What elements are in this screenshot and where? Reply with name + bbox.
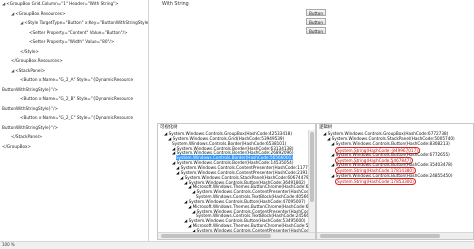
xaml-line: <Setter Property="Width" Value="80"/> <box>29 39 114 44</box>
xaml-line-text: <Button x:Name="G_2_C" Style="{DynamicRe… <box>20 115 134 120</box>
designer-button-1[interactable]: Button <box>306 9 326 16</box>
xaml-line-text: <GroupBox.Resources> <box>15 10 66 16</box>
app-window: ◢<GroupBox Grid.Column="1" Header="With … <box>0 0 474 249</box>
collapse-triangle-icon[interactable]: ◢ <box>2 1 5 6</box>
groupbox-header: With String <box>162 2 189 7</box>
logical-tree-item[interactable]: System.String(HashCode:17853300) <box>335 177 416 185</box>
xaml-line: </Style> <box>20 49 39 54</box>
xaml-line-text: </Style> <box>20 48 39 54</box>
logical-tree-item-label: System.String(HashCode:17853300) <box>337 178 414 184</box>
xaml-line-text: <Button x:Name="G_2_B" Style="{DynamicRe… <box>20 96 134 101</box>
visual-tree-hscroll[interactable] <box>158 232 315 239</box>
xaml-line: </StackPanel> <box>11 134 42 139</box>
xaml-line: <Button x:Name="G_2_A" Style="{DynamicRe… <box>20 77 133 82</box>
designer-button-3[interactable]: Button <box>306 27 326 34</box>
xaml-line: </GroupBox.Resources> <box>11 58 63 63</box>
logical-tree-item-label: System.Windows.Controls.Button(HashCode:… <box>335 141 450 147</box>
designer-button-2[interactable]: Button <box>306 18 326 25</box>
xaml-line-text: <GroupBox Grid.Column="1" Header="With S… <box>6 1 119 6</box>
xaml-line-text: <Setter Property="Content" Value="Button… <box>29 29 128 35</box>
visual-tree-vscroll[interactable] <box>308 130 315 233</box>
xaml-line-text: </StackPanel> <box>11 134 43 139</box>
xaml-line: <Setter Property="Content" Value="Button… <box>29 30 128 35</box>
xaml-line: ◢<GroupBox Grid.Column="1" Header="With … <box>2 1 119 6</box>
collapse-triangle-icon[interactable]: ◢ <box>11 68 14 73</box>
xaml-line-text: <Style TargetType="Button" x:Key="Button… <box>24 20 149 25</box>
xaml-line: ButtonWithStringStyle}"/> <box>2 87 58 92</box>
xaml-line-text: ButtonWithStringStyle}"/> <box>2 124 59 130</box>
xaml-line: <Button x:Name="G_2_C" Style="{DynamicRe… <box>20 115 133 120</box>
zoom-level[interactable]: 100 % <box>2 242 15 247</box>
xaml-line-text: ButtonWithStringStyle}"/> <box>2 86 59 92</box>
visual-tree-hscroll-thumb[interactable] <box>161 234 271 238</box>
xaml-line: </GroupBox> <box>2 144 31 149</box>
xaml-line-text: <Button x:Name="G_2_A" Style="{DynamicRe… <box>20 77 134 82</box>
logical-tree-hscroll[interactable] <box>317 232 473 239</box>
xaml-line: ◢<StackPanel> <box>11 68 45 73</box>
visual-tree-vscroll-thumb[interactable] <box>310 132 314 202</box>
collapse-triangle-icon[interactable]: ◢ <box>20 20 23 25</box>
xaml-line-text: ButtonWithStringStyle}"/> <box>2 105 59 111</box>
xaml-line: ◢<GroupBox.Resources> <box>11 11 66 16</box>
visual-tree-title: 可视化树 <box>160 125 178 130</box>
xaml-editor[interactable]: ◢<GroupBox Grid.Column="1" Header="With … <box>0 0 149 241</box>
visual-tree-panel: 可视化树 ◢ System.Windows.Controls.GroupBox(… <box>157 123 316 240</box>
logical-tree-item[interactable]: ◢ System.Windows.Controls.Button(HashCod… <box>331 173 452 178</box>
logical-tree-panel: 逻辑树 ◢ System.Windows.Controls.GroupBox(H… <box>316 123 474 240</box>
xaml-line-text: </GroupBox> <box>2 143 31 149</box>
xaml-line: ButtonWithStringStyle}"/> <box>2 106 58 111</box>
xaml-line: ButtonWithStringStyle}"/> <box>2 125 58 130</box>
logical-tree-title: 逻辑树 <box>319 125 333 130</box>
xaml-line-text: <StackPanel> <box>15 67 46 73</box>
xaml-line: ◢<Style TargetType="Button" x:Key="Butto… <box>20 20 149 25</box>
xaml-line-text: </GroupBox.Resources> <box>11 58 63 63</box>
collapse-triangle-icon[interactable]: ◢ <box>11 11 14 16</box>
xaml-line-text: <Setter Property="Width" Value="80"/> <box>29 39 115 44</box>
logical-tree-hscroll-thumb[interactable] <box>320 234 440 238</box>
logical-tree-item[interactable]: ◢ System.Windows.Controls.Button(HashCod… <box>331 141 450 146</box>
logical-tree-item-label: System.Windows.Controls.Button(HashCode:… <box>335 172 453 178</box>
xaml-line: <Button x:Name="G_2_B" Style="{DynamicRe… <box>20 96 133 101</box>
